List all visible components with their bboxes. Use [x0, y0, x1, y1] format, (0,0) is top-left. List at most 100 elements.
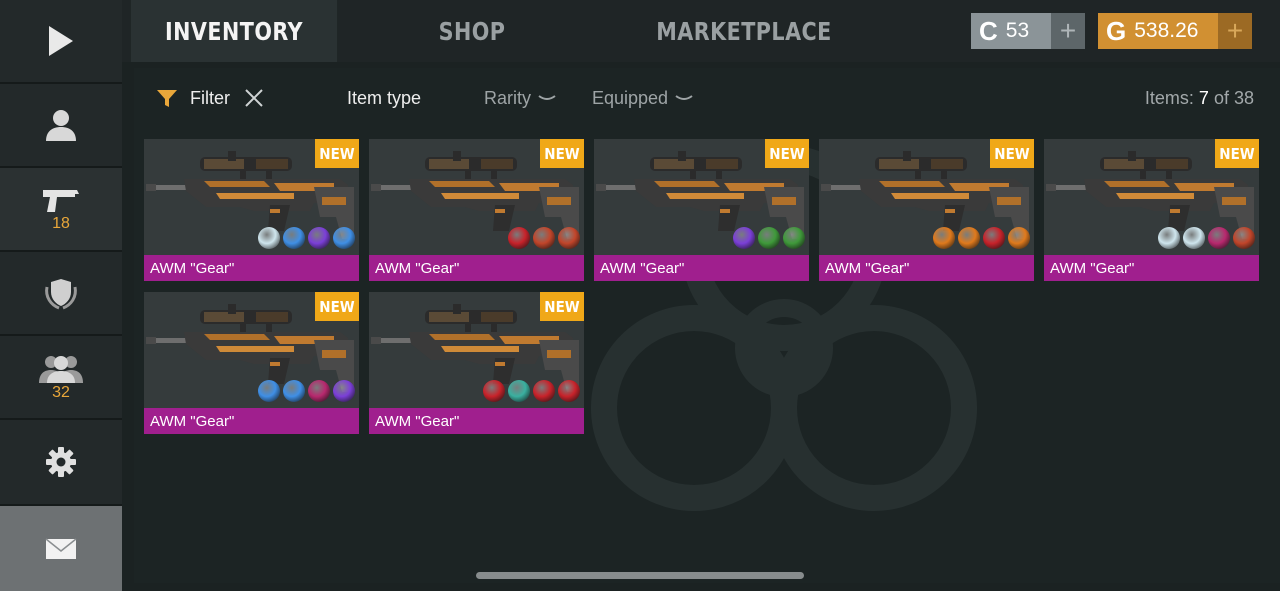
filter-toggle[interactable]: Filter [156, 87, 230, 109]
items-prefix: Items: [1144, 87, 1194, 108]
mail-button[interactable] [0, 506, 122, 591]
item-card[interactable]: NEW AWM "Gear" [369, 139, 584, 281]
horizontal-scrollbar[interactable] [476, 572, 804, 579]
sticker-row [483, 380, 580, 404]
silver-value: 53 [1005, 19, 1030, 42]
sticker-ghost-icon [1183, 227, 1205, 249]
item-card[interactable]: NEW AWM "Gear" [594, 139, 809, 281]
sticker-ghost-icon [258, 227, 280, 249]
item-grid: NEW AWM "Gear" NEW AWM "Gear" NEW AWM "G… [144, 139, 1264, 439]
clear-filter-button[interactable] [244, 87, 264, 109]
weapons-button[interactable]: 18 [0, 168, 122, 252]
new-badge: NEW [315, 292, 359, 321]
new-badge: NEW [540, 139, 584, 168]
clan-button[interactable] [0, 252, 122, 336]
friends-button[interactable]: 32 [0, 336, 122, 420]
sticker-teal-icon [508, 380, 530, 402]
gold-currency: G 538.26 + [1098, 13, 1252, 49]
item-card[interactable]: NEW AWM "Gear" [819, 139, 1034, 281]
sticker-orange-red-icon [558, 227, 580, 249]
play-button[interactable] [0, 0, 122, 84]
item-name: AWM "Gear" [369, 255, 584, 281]
sticker-green-icon [758, 227, 780, 249]
new-badge: NEW [990, 139, 1034, 168]
silver-coin-icon: C [979, 15, 998, 46]
new-badge: NEW [315, 139, 359, 168]
item-card[interactable]: NEW AWM "Gear" [1044, 139, 1259, 281]
gold-balance: G 538.26 [1098, 13, 1218, 49]
sticker-row [508, 227, 580, 251]
sticker-blue-icon [333, 227, 355, 249]
item-name: AWM "Gear" [144, 255, 359, 281]
gold-coin-icon: G [1106, 15, 1127, 46]
new-badge: NEW [540, 292, 584, 321]
sidebar: 18 32 [0, 0, 122, 591]
sticker-red-icon [483, 380, 505, 402]
sticker-red-icon [983, 227, 1005, 249]
equipped-filter[interactable]: Equipped [592, 87, 694, 109]
weapons-count: 18 [52, 215, 70, 232]
item-card[interactable]: NEW AWM "Gear" [369, 292, 584, 434]
sticker-ghost-icon [1158, 227, 1180, 249]
play-icon [49, 26, 73, 56]
equipped-label: Equipped [592, 87, 669, 108]
sticker-green-icon [783, 227, 805, 249]
inventory-panel: Filter Item type Rarity Equipped Items: … [134, 68, 1280, 583]
filter-bar: Filter Item type Rarity Equipped Items: … [134, 68, 1280, 128]
sticker-blue-icon [283, 380, 305, 402]
tab-inventory[interactable]: INVENTORY [130, 0, 338, 62]
profile-button[interactable] [0, 84, 122, 168]
friends-icon [39, 356, 83, 383]
item-name: AWM "Gear" [144, 408, 359, 434]
chevron-down-icon [538, 95, 556, 100]
mail-icon [45, 537, 77, 559]
sticker-orange-red-icon [1233, 227, 1255, 249]
sticker-purple-icon [333, 380, 355, 402]
pistol-icon [43, 190, 79, 212]
sticker-red-icon [533, 380, 555, 402]
item-card[interactable]: NEW AWM "Gear" [144, 292, 359, 434]
tab-shop[interactable]: SHOP [356, 0, 588, 62]
sticker-row [258, 380, 355, 404]
shield-laurel-icon [45, 279, 77, 310]
sticker-red-icon [558, 380, 580, 402]
new-badge: NEW [1215, 139, 1259, 168]
items-count: Items: 7 of 38 [1145, 87, 1254, 109]
item-name: AWM "Gear" [1044, 255, 1259, 281]
gear-icon [46, 447, 76, 477]
item-name: AWM "Gear" [819, 255, 1034, 281]
silver-balance: C 53 [971, 13, 1051, 49]
item-name: AWM "Gear" [369, 408, 584, 434]
filter-label: Filter [190, 87, 230, 108]
profile-icon [46, 110, 76, 141]
sticker-row [933, 227, 1030, 251]
rarity-filter[interactable]: Rarity [484, 87, 557, 109]
sticker-purple-icon [308, 227, 330, 249]
add-gold-button[interactable]: + [1218, 13, 1252, 49]
item-card[interactable]: NEW AWM "Gear" [144, 139, 359, 281]
sticker-blue-icon [258, 380, 280, 402]
chevron-down-icon [675, 95, 693, 100]
close-icon [245, 89, 263, 107]
new-badge: NEW [765, 139, 809, 168]
item-type-filter[interactable]: Item type [347, 87, 421, 109]
sticker-blue-icon [283, 227, 305, 249]
sticker-orange-red-icon [533, 227, 555, 249]
add-silver-button[interactable]: + [1051, 13, 1085, 49]
tab-marketplace[interactable]: MARKETPLACE [610, 0, 879, 62]
friends-count: 32 [52, 384, 70, 401]
sticker-row [1158, 227, 1255, 251]
sticker-magenta-icon [1208, 227, 1230, 249]
sticker-row [733, 227, 805, 251]
item-name: AWM "Gear" [594, 255, 809, 281]
settings-button[interactable] [0, 420, 122, 506]
top-bar: INVENTORY SHOP MARKETPLACE C 53 + G 538.… [122, 0, 1280, 62]
items-total: 38 [1233, 87, 1254, 108]
sticker-orange-icon [1008, 227, 1030, 249]
items-shown: 7 [1198, 87, 1209, 108]
silver-currency: C 53 + [971, 13, 1085, 49]
rarity-label: Rarity [484, 87, 532, 108]
items-of: of [1213, 87, 1229, 108]
sticker-orange-icon [958, 227, 980, 249]
sticker-orange-icon [933, 227, 955, 249]
